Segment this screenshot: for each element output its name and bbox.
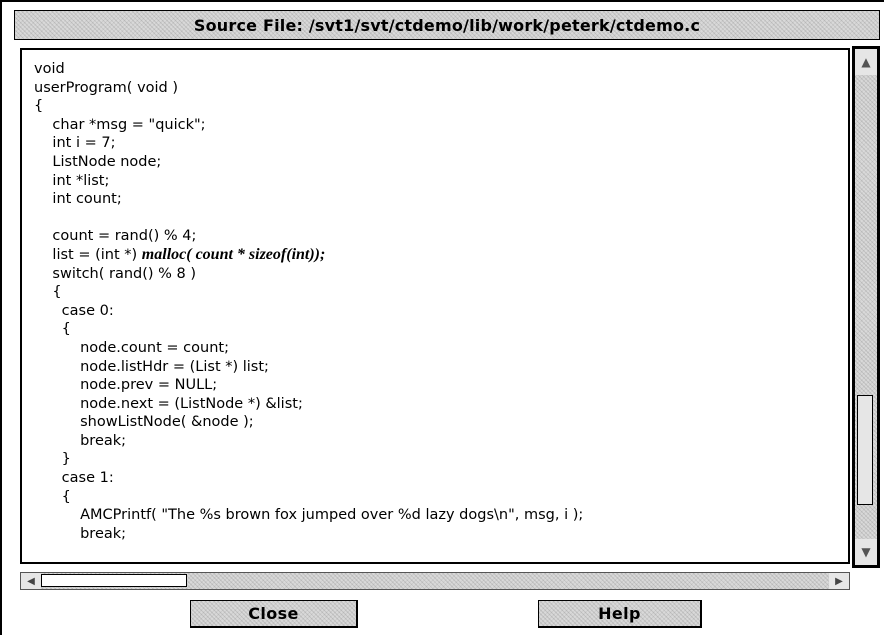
source-line: case 0: <box>34 302 848 321</box>
source-line: AMCPrintf( "The %s brown fox jumped over… <box>34 506 848 525</box>
source-line: node.count = count; <box>34 339 848 358</box>
source-line-text: case 1: <box>34 470 114 487</box>
source-line: ListNode node; <box>34 153 848 172</box>
source-line: } <box>34 450 848 469</box>
close-button[interactable]: Close <box>190 600 358 628</box>
arrow-down-icon[interactable]: ▼ <box>855 539 877 565</box>
source-line: char *msg = "quick"; <box>34 116 848 135</box>
source-code-text: void userProgram( void ) { char *msg = "qu… <box>22 50 848 543</box>
source-line: int count; <box>34 190 848 209</box>
horizontal-scroll-thumb[interactable] <box>41 574 187 587</box>
source-line: showListNode( &node ); <box>34 413 848 432</box>
source-line: node.listHdr = (List *) list; <box>34 358 848 377</box>
source-line-text: userProgram( void ) <box>34 79 179 96</box>
source-line: { <box>34 283 848 302</box>
source-line: int *list; <box>34 172 848 191</box>
horizontal-scrollbar[interactable]: ◀ ▶ <box>20 572 850 590</box>
source-line-text: break; <box>34 432 127 449</box>
title-bar: Source File: /svt1/svt/ctdemo/lib/work/p… <box>14 10 880 40</box>
source-line: { <box>34 320 848 339</box>
source-line-text: { <box>34 321 71 338</box>
source-line-text: { <box>34 284 62 301</box>
vertical-scrollbar[interactable]: ▲ ▼ <box>852 46 880 568</box>
source-line-text: int i = 7; <box>34 135 116 152</box>
source-line-text: ListNode node; <box>34 153 162 170</box>
source-line-text: int count; <box>34 191 122 208</box>
source-line-text: node.listHdr = (List *) list; <box>34 358 269 375</box>
source-line-text: switch( rand() % 8 ) <box>34 265 197 282</box>
source-line: node.next = (ListNode *) &list; <box>34 395 848 414</box>
source-line: { <box>34 97 848 116</box>
source-line-text: { <box>34 98 44 115</box>
source-line: node.prev = NULL; <box>34 376 848 395</box>
source-file-window: Source File: /svt1/svt/ctdemo/lib/work/p… <box>0 0 884 635</box>
source-line-text: count = rand() % 4; <box>34 228 197 245</box>
window-title: Source File: /svt1/svt/ctdemo/lib/work/p… <box>193 15 701 35</box>
source-line-text: char *msg = "quick"; <box>34 116 206 133</box>
source-line-text: int *list; <box>34 172 110 189</box>
help-button[interactable]: Help <box>538 600 702 628</box>
source-line-text: { <box>34 488 71 505</box>
arrow-left-icon[interactable]: ◀ <box>21 573 41 589</box>
source-line-text: node.count = count; <box>34 339 229 356</box>
source-line-text: list = (int *) <box>34 246 142 263</box>
source-line-text: break; <box>34 525 127 542</box>
arrow-up-icon[interactable]: ▲ <box>855 49 877 75</box>
source-line: list = (int *) malloc( count * sizeof(in… <box>34 246 848 265</box>
vertical-scroll-thumb[interactable] <box>857 395 873 505</box>
source-line: count = rand() % 4; <box>34 227 848 246</box>
source-line <box>34 209 848 228</box>
source-line-text: node.next = (ListNode *) &list; <box>34 395 303 412</box>
source-line-text: case 0: <box>34 302 114 319</box>
source-line: int i = 7; <box>34 134 848 153</box>
highlighted-expression: malloc( count * sizeof(int)); <box>141 245 326 263</box>
source-line-text: AMCPrintf( "The %s brown fox jumped over… <box>34 507 584 524</box>
source-line: case 1: <box>34 469 848 488</box>
source-line: switch( rand() % 8 ) <box>34 265 848 284</box>
source-line: void <box>34 60 848 79</box>
source-line: userProgram( void ) <box>34 79 848 98</box>
source-line-text: void <box>34 61 65 77</box>
source-line: break; <box>34 525 848 544</box>
source-line-text: } <box>34 451 71 468</box>
source-line-text: showListNode( &node ); <box>34 414 254 431</box>
source-line: { <box>34 488 848 507</box>
source-line-text: node.prev = NULL; <box>34 377 218 394</box>
source-line: break; <box>34 432 848 451</box>
arrow-right-icon[interactable]: ▶ <box>829 573 849 589</box>
source-code-view[interactable]: void userProgram( void ) { char *msg = "qu… <box>20 48 850 564</box>
